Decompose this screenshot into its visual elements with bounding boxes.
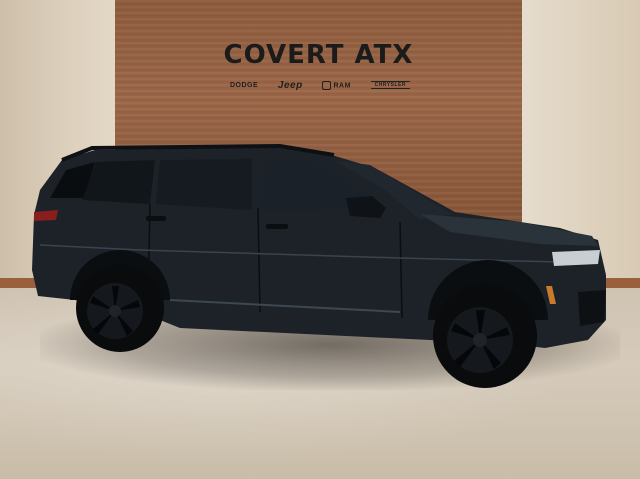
middle-window <box>156 159 252 210</box>
door-handle-front <box>266 224 288 229</box>
suv-vehicle <box>32 143 606 388</box>
headlight <box>552 250 600 266</box>
front-grille <box>578 290 606 326</box>
rear-wheel <box>76 264 164 352</box>
front-wheel <box>433 284 537 388</box>
showroom-photo: COVERT ATX DODGE Jeep RAM CHRYSLER <box>0 0 640 479</box>
door-handle-rear <box>146 216 166 221</box>
